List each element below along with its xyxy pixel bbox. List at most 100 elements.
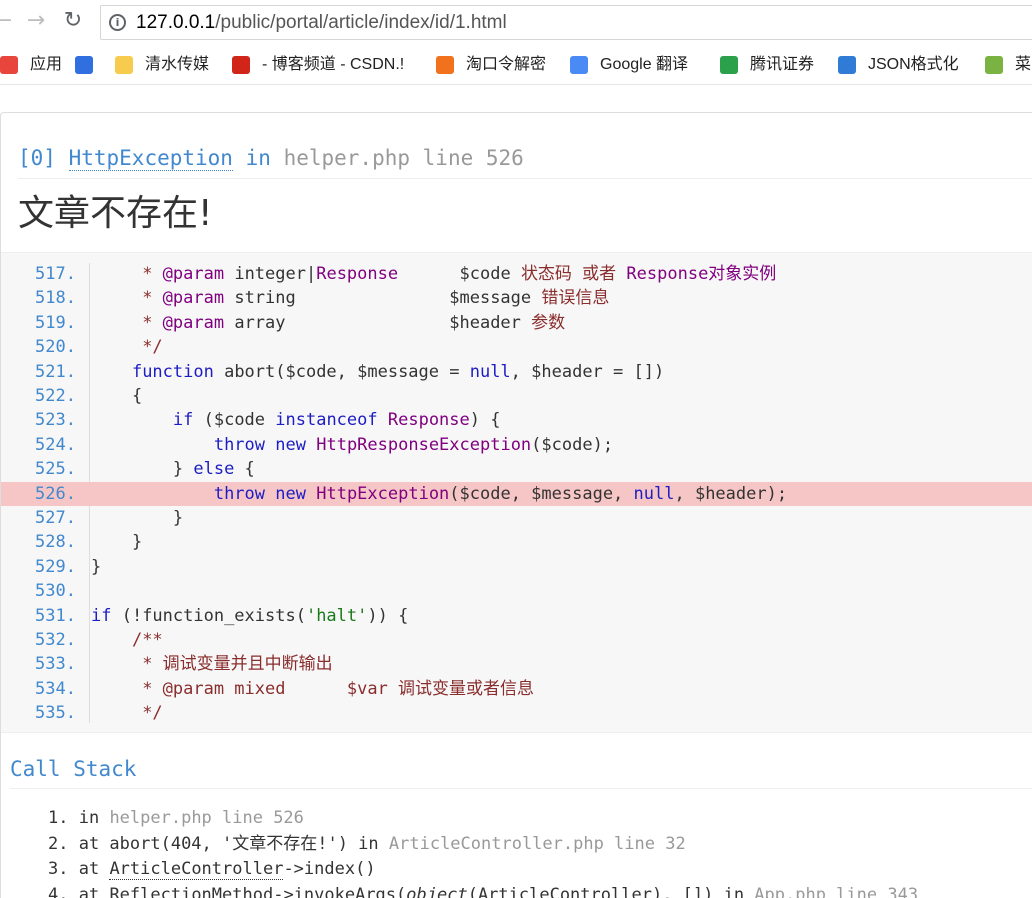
code-line: 517. * @param integer|Response $code 状态码… bbox=[1, 262, 1032, 286]
code-line: 524. throw new HttpResponseException($co… bbox=[1, 433, 1032, 457]
code-text: throw new HttpResponseException($code); bbox=[213, 434, 614, 455]
line-number: 525. bbox=[35, 459, 76, 480]
exception-message: 文章不存在! bbox=[18, 193, 213, 234]
bookmark-favicon-icon bbox=[720, 56, 738, 74]
bookmark-item[interactable]: Google 翻译 bbox=[570, 53, 688, 77]
code-text: if ($code instanceof Response) { bbox=[172, 410, 501, 431]
code-text: * @param string $message 错误信息 bbox=[142, 288, 610, 309]
line-number: 519. bbox=[35, 312, 76, 333]
line-number: 532. bbox=[35, 630, 76, 650]
bookmark-favicon-icon bbox=[75, 56, 93, 74]
exception-index: [0] bbox=[18, 146, 56, 170]
code-line: 518. * @param string $message 错误信息 bbox=[1, 286, 1032, 310]
code-line: 527. } bbox=[1, 506, 1032, 530]
line-number: 530. bbox=[35, 581, 76, 602]
bookmark-label: 腾讯证券 bbox=[750, 56, 815, 73]
call-stack-item: 4. at ReflectionMethod->invokeArgs(objec… bbox=[48, 883, 918, 898]
code-text: * @param array $header 参数 bbox=[142, 312, 566, 333]
code-text: */ bbox=[142, 337, 163, 358]
bookmark-favicon-icon bbox=[232, 56, 250, 74]
bookmark-label: 菜 bbox=[1015, 56, 1032, 73]
bookmark-label: 淘口令解密 bbox=[466, 56, 547, 73]
line-number: 535. bbox=[35, 703, 76, 724]
bookmark-item[interactable] bbox=[75, 53, 105, 77]
code-text: } bbox=[91, 532, 143, 553]
address-bar[interactable]: i 127.0.0.1/public/portal/article/index/… bbox=[100, 5, 1032, 40]
bookmark-favicon-icon bbox=[570, 56, 588, 74]
line-number: 526. bbox=[35, 483, 76, 504]
bookmark-label: 清水传媒 bbox=[145, 56, 210, 73]
code-line: 528. } bbox=[1, 530, 1032, 554]
code-text: } bbox=[91, 556, 102, 577]
code-text: } else { bbox=[91, 459, 255, 480]
line-number: 522. bbox=[35, 386, 76, 406]
code-line: 525. } else { bbox=[1, 457, 1032, 481]
line-number: 518. bbox=[35, 288, 76, 309]
bookmark-favicon-icon bbox=[115, 56, 133, 74]
bookmark-favicon-icon bbox=[985, 56, 1003, 74]
code-line: 529.} bbox=[1, 555, 1032, 579]
call-stack-item: 3. at ArticleController->index() bbox=[48, 859, 376, 880]
divider bbox=[10, 788, 1032, 789]
bookmark-label: Google 翻译 bbox=[600, 56, 689, 73]
line-number: 534. bbox=[35, 678, 76, 699]
call-stack-number: 1. bbox=[48, 808, 69, 828]
line-number: 531. bbox=[35, 605, 76, 626]
code-line: 534. * @param mixed $var 调试变量或者信息 bbox=[1, 677, 1032, 701]
line-number: 520. bbox=[35, 337, 76, 358]
source-code-block: 517. * @param integer|Response $code 状态码… bbox=[1, 252, 1032, 733]
exception-in-text: in bbox=[245, 146, 271, 170]
reload-icon[interactable]: ↻ bbox=[62, 10, 84, 32]
line-number: 533. bbox=[35, 654, 76, 675]
line-number: 524. bbox=[35, 434, 76, 455]
call-stack-number: 3. bbox=[48, 859, 69, 879]
call-stack-item: 2. at abort(404, '文章不存在!') in ArticleCon… bbox=[48, 833, 686, 854]
bookmark-item[interactable]: 淘口令解密 bbox=[436, 53, 546, 77]
code-text: if (!function_exists('halt')) { bbox=[91, 605, 409, 626]
code-line: 519. * @param array $header 参数 bbox=[1, 311, 1032, 335]
bookmark-item[interactable]: JSON格式化 bbox=[838, 53, 959, 77]
bookmark-favicon-icon bbox=[436, 56, 454, 74]
line-number: 517. bbox=[35, 264, 76, 284]
bookmark-favicon-icon bbox=[0, 56, 18, 74]
bookmarks-bar: 应用 清水传媒 - 博客频道 - CSDN.! 淘口令解密 Google 翻译 腾讯证券 J… bbox=[0, 45, 1032, 85]
code-text: function abort($code, $message = null, $… bbox=[131, 361, 665, 382]
code-text: * @param integer|Response $code 状态码 或者 R… bbox=[142, 264, 777, 284]
code-line: 535. */ bbox=[1, 701, 1032, 725]
bookmark-favicon-icon bbox=[838, 56, 856, 74]
line-number: 521. bbox=[35, 361, 76, 382]
line-number: 523. bbox=[35, 410, 76, 431]
code-line: 533. * 调试变量并且中断输出 bbox=[1, 652, 1032, 676]
code-text: { bbox=[91, 386, 143, 406]
line-number: 529. bbox=[35, 556, 76, 577]
code-text: throw new HttpException($code, $message,… bbox=[213, 483, 788, 504]
code-text: */ bbox=[142, 703, 163, 724]
code-text: /** bbox=[131, 630, 163, 650]
forward-arrow-icon[interactable]: → bbox=[25, 10, 47, 32]
bookmark-item[interactable]: 清水传媒 bbox=[115, 53, 209, 77]
code-line: 520. */ bbox=[1, 335, 1032, 359]
exception-location: helper.php line 526 bbox=[283, 146, 524, 170]
line-number: 528. bbox=[35, 532, 76, 553]
bookmark-label: JSON格式化 bbox=[868, 56, 959, 73]
exception-info: [0] HttpException in helper.php line 526 bbox=[18, 144, 524, 172]
bookmark-item[interactable]: 菜 bbox=[985, 53, 1031, 77]
code-text: } bbox=[91, 508, 184, 528]
back-arrow-icon[interactable]: ← bbox=[0, 10, 14, 32]
site-info-icon[interactable]: i bbox=[109, 14, 126, 31]
exception-class-link[interactable]: HttpException bbox=[68, 146, 233, 171]
bookmark-item[interactable]: 腾讯证券 bbox=[720, 53, 814, 77]
bookmark-item[interactable]: - 博客频道 - CSDN.! bbox=[232, 53, 404, 77]
call-stack-item: 1. in helper.php line 526 bbox=[48, 808, 304, 828]
code-text: * @param mixed $var 调试变量或者信息 bbox=[142, 678, 535, 699]
code-line: 531. if (!function_exists('halt')) { bbox=[1, 604, 1032, 628]
browser-toolbar: ← → ↻ i 127.0.0.1/public/portal/article/… bbox=[0, 0, 1032, 45]
divider bbox=[18, 178, 1032, 179]
line-number: 527. bbox=[35, 508, 76, 528]
code-line: 522. { bbox=[1, 384, 1032, 408]
bookmark-item[interactable]: 应用 bbox=[0, 53, 62, 77]
url-text[interactable]: 127.0.0.1/public/portal/article/index/id… bbox=[136, 12, 507, 34]
bookmark-label: - 博客频道 - CSDN.! bbox=[262, 56, 405, 73]
url-path: /public/portal/article/index/id/1.html bbox=[215, 12, 507, 33]
code-line: 532. /** bbox=[1, 628, 1032, 652]
